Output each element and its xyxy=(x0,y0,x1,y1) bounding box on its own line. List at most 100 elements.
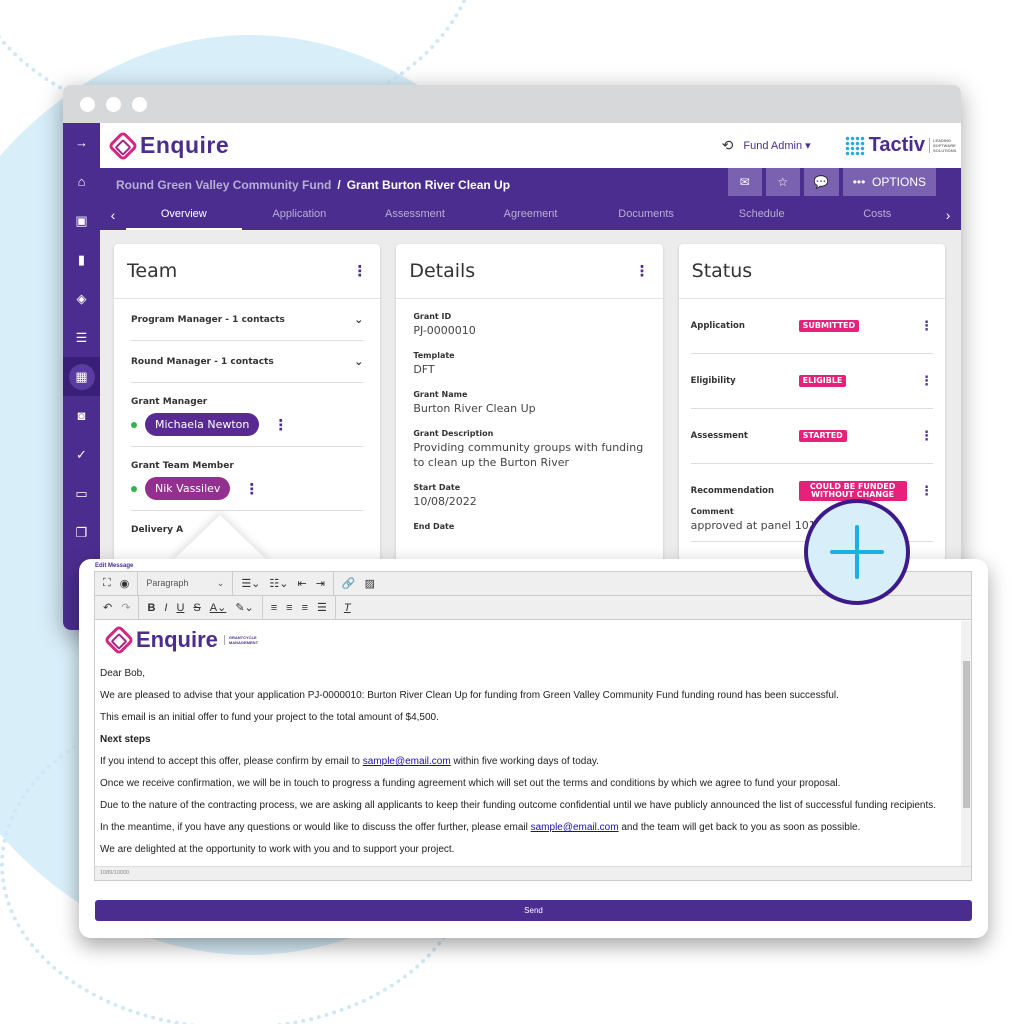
home-icon[interactable]: ⌂ xyxy=(63,162,100,201)
email-link[interactable]: sample@email.com xyxy=(531,822,619,833)
add-button[interactable] xyxy=(804,499,910,605)
tab-overview[interactable]: Overview xyxy=(126,200,242,230)
format-select[interactable]: Paragraph ⌄ xyxy=(146,578,224,589)
chevron-left-icon[interactable]: ‹ xyxy=(100,207,126,223)
kebab-menu-icon[interactable]: ⋮ xyxy=(920,319,933,334)
editor-scrollbar[interactable] xyxy=(961,621,971,866)
tactiv-logo-icon xyxy=(844,135,865,156)
kebab-menu-icon[interactable]: ⋮ xyxy=(920,484,933,499)
clear-formatting-icon[interactable]: T xyxy=(344,602,351,614)
align-justify-icon[interactable]: ☰ xyxy=(317,601,327,614)
text: If you intend to accept this offer, plea… xyxy=(100,756,363,767)
image-icon[interactable]: ▨ xyxy=(365,577,375,590)
mail-icon: ✉ xyxy=(739,175,750,189)
chevron-down-icon[interactable]: ⌄ xyxy=(354,355,363,368)
caret-down-icon: ▾ xyxy=(805,140,811,152)
field-label: Grant Description xyxy=(413,429,494,438)
options-button[interactable]: ••• OPTIONS xyxy=(842,168,936,196)
contact-card-icon[interactable]: ▣ xyxy=(63,201,100,240)
app-header: Enquire ⟲ Fund Admin ▾ Tactiv LEADING SO… xyxy=(100,123,961,168)
send-button[interactable]: Send xyxy=(95,900,972,921)
status-badge: SUBMITTED xyxy=(798,320,860,332)
scrollbar-thumb[interactable] xyxy=(963,661,970,808)
window-control-dot[interactable] xyxy=(132,96,147,112)
dashboard-glyph: ▦ xyxy=(68,363,95,390)
status-name: Assessment xyxy=(690,431,748,441)
team-group-round-manager[interactable]: Round Manager - 1 contacts ⌄ xyxy=(131,341,364,383)
email-logo-text: Enquire xyxy=(136,627,218,652)
tab-agreement[interactable]: Agreement xyxy=(473,200,589,230)
divider xyxy=(131,446,364,447)
kebab-menu-icon[interactable]: ⋮ xyxy=(635,262,650,280)
chat-icon: 💬 xyxy=(813,175,829,189)
highlight-color-icon[interactable]: ✎⌄ xyxy=(235,601,253,614)
favorite-button[interactable]: ☆ xyxy=(765,168,800,196)
enquire-logo[interactable]: Enquire xyxy=(107,129,229,162)
online-status-dot xyxy=(131,421,137,428)
navbar: Round Green Valley Community Fund / Grant … xyxy=(100,168,961,230)
bookmark-icon[interactable]: ▮ xyxy=(63,240,100,279)
underline-icon[interactable]: U xyxy=(176,602,184,614)
email-paragraph: Once we receive confirmation, we will be… xyxy=(100,778,841,789)
tab-application[interactable]: Application xyxy=(242,200,358,230)
grant-name-value: Burton River Clean Up xyxy=(413,402,536,415)
window-control-dot[interactable] xyxy=(106,96,121,112)
kebab-menu-icon[interactable]: ⋮ xyxy=(273,416,288,434)
tab-assessment[interactable]: Assessment xyxy=(357,200,473,230)
breadcrumb-parent[interactable]: Round Green Valley Community Fund xyxy=(116,178,331,192)
tab-costs[interactable]: Costs xyxy=(819,200,935,230)
field-label: Grant ID xyxy=(413,312,452,321)
star-icon: ☆ xyxy=(777,175,789,189)
user-menu-label: Fund Admin xyxy=(743,140,803,152)
chevron-down-icon[interactable]: ⌄ xyxy=(354,313,363,326)
align-center-icon[interactable]: ≡ xyxy=(286,602,292,614)
chevron-right-icon[interactable]: › xyxy=(935,207,961,223)
dashboard-icon[interactable]: ▦ xyxy=(63,357,100,396)
editor-content[interactable]: Enquire GRANTCYCLE MANAGEMENT Dear Bob, … xyxy=(95,621,961,866)
document-search-icon[interactable]: ◙ xyxy=(63,396,100,435)
email-heading: Next steps xyxy=(100,734,151,745)
layers-icon[interactable]: ◈ xyxy=(63,279,100,318)
status-row-application: Application SUBMITTED ⋮ xyxy=(690,299,933,354)
kebab-menu-icon[interactable]: ⋮ xyxy=(920,374,933,389)
team-group-program-manager[interactable]: Program Manager - 1 contacts ⌄ xyxy=(131,299,364,341)
bold-icon[interactable]: B xyxy=(147,602,155,614)
align-left-icon[interactable]: ≡ xyxy=(271,602,277,614)
numbered-list-icon[interactable]: ☷⌄ xyxy=(269,577,288,590)
contact-chip[interactable]: Michaela Newton xyxy=(145,413,260,436)
indent-icon[interactable]: ⇥ xyxy=(316,577,325,590)
email-button[interactable]: ✉ xyxy=(727,168,762,196)
tab-documents[interactable]: Documents xyxy=(588,200,704,230)
tab-schedule[interactable]: Schedule xyxy=(704,200,820,230)
strikethrough-icon[interactable]: S xyxy=(193,602,200,614)
divider xyxy=(131,510,364,511)
checks-icon[interactable]: ✓ xyxy=(63,435,100,474)
contact-chip[interactable]: Nik Vassilev xyxy=(145,477,231,500)
arrow-right-icon[interactable]: → xyxy=(63,123,100,162)
email-enquire-logo: Enquire GRANTCYCLE MANAGEMENT xyxy=(103,624,956,656)
email-paragraph: If you intend to accept this offer, plea… xyxy=(100,755,956,768)
window-control-dot[interactable] xyxy=(80,96,95,112)
kebab-menu-icon[interactable]: ⋮ xyxy=(352,262,367,280)
align-right-icon[interactable]: ≡ xyxy=(302,602,308,614)
list-icon[interactable]: ☰ xyxy=(63,318,100,357)
kebab-menu-icon[interactable]: ⋮ xyxy=(244,480,259,498)
copy-icon[interactable]: ❐ xyxy=(63,513,100,552)
fullscreen-icon[interactable]: ⛶ xyxy=(103,577,111,590)
chat-button[interactable]: 💬 xyxy=(803,168,839,196)
breadcrumb: Round Green Valley Community Fund / Grant … xyxy=(116,178,510,192)
history-icon[interactable]: ⟲ xyxy=(722,137,734,154)
tactiv-logo: Tactiv LEADING SOFTWARE SOLUTIONS xyxy=(844,134,956,157)
italic-icon[interactable]: I xyxy=(164,602,167,614)
email-link[interactable]: sample@email.com xyxy=(363,756,451,767)
undo-icon[interactable]: ↶ xyxy=(103,601,112,614)
preview-eye-icon[interactable]: ◉ xyxy=(120,577,130,590)
bulleted-list-icon[interactable]: ☰⌄ xyxy=(241,577,260,590)
card-icon[interactable]: ▭ xyxy=(63,474,100,513)
outdent-icon[interactable]: ⇤ xyxy=(297,577,306,590)
user-menu[interactable]: Fund Admin ▾ xyxy=(743,139,810,152)
text-color-icon[interactable]: A⌄ xyxy=(210,601,227,614)
kebab-menu-icon[interactable]: ⋮ xyxy=(920,429,933,444)
link-icon[interactable]: 🔗 xyxy=(342,577,356,590)
redo-icon[interactable]: ↷ xyxy=(121,601,130,614)
